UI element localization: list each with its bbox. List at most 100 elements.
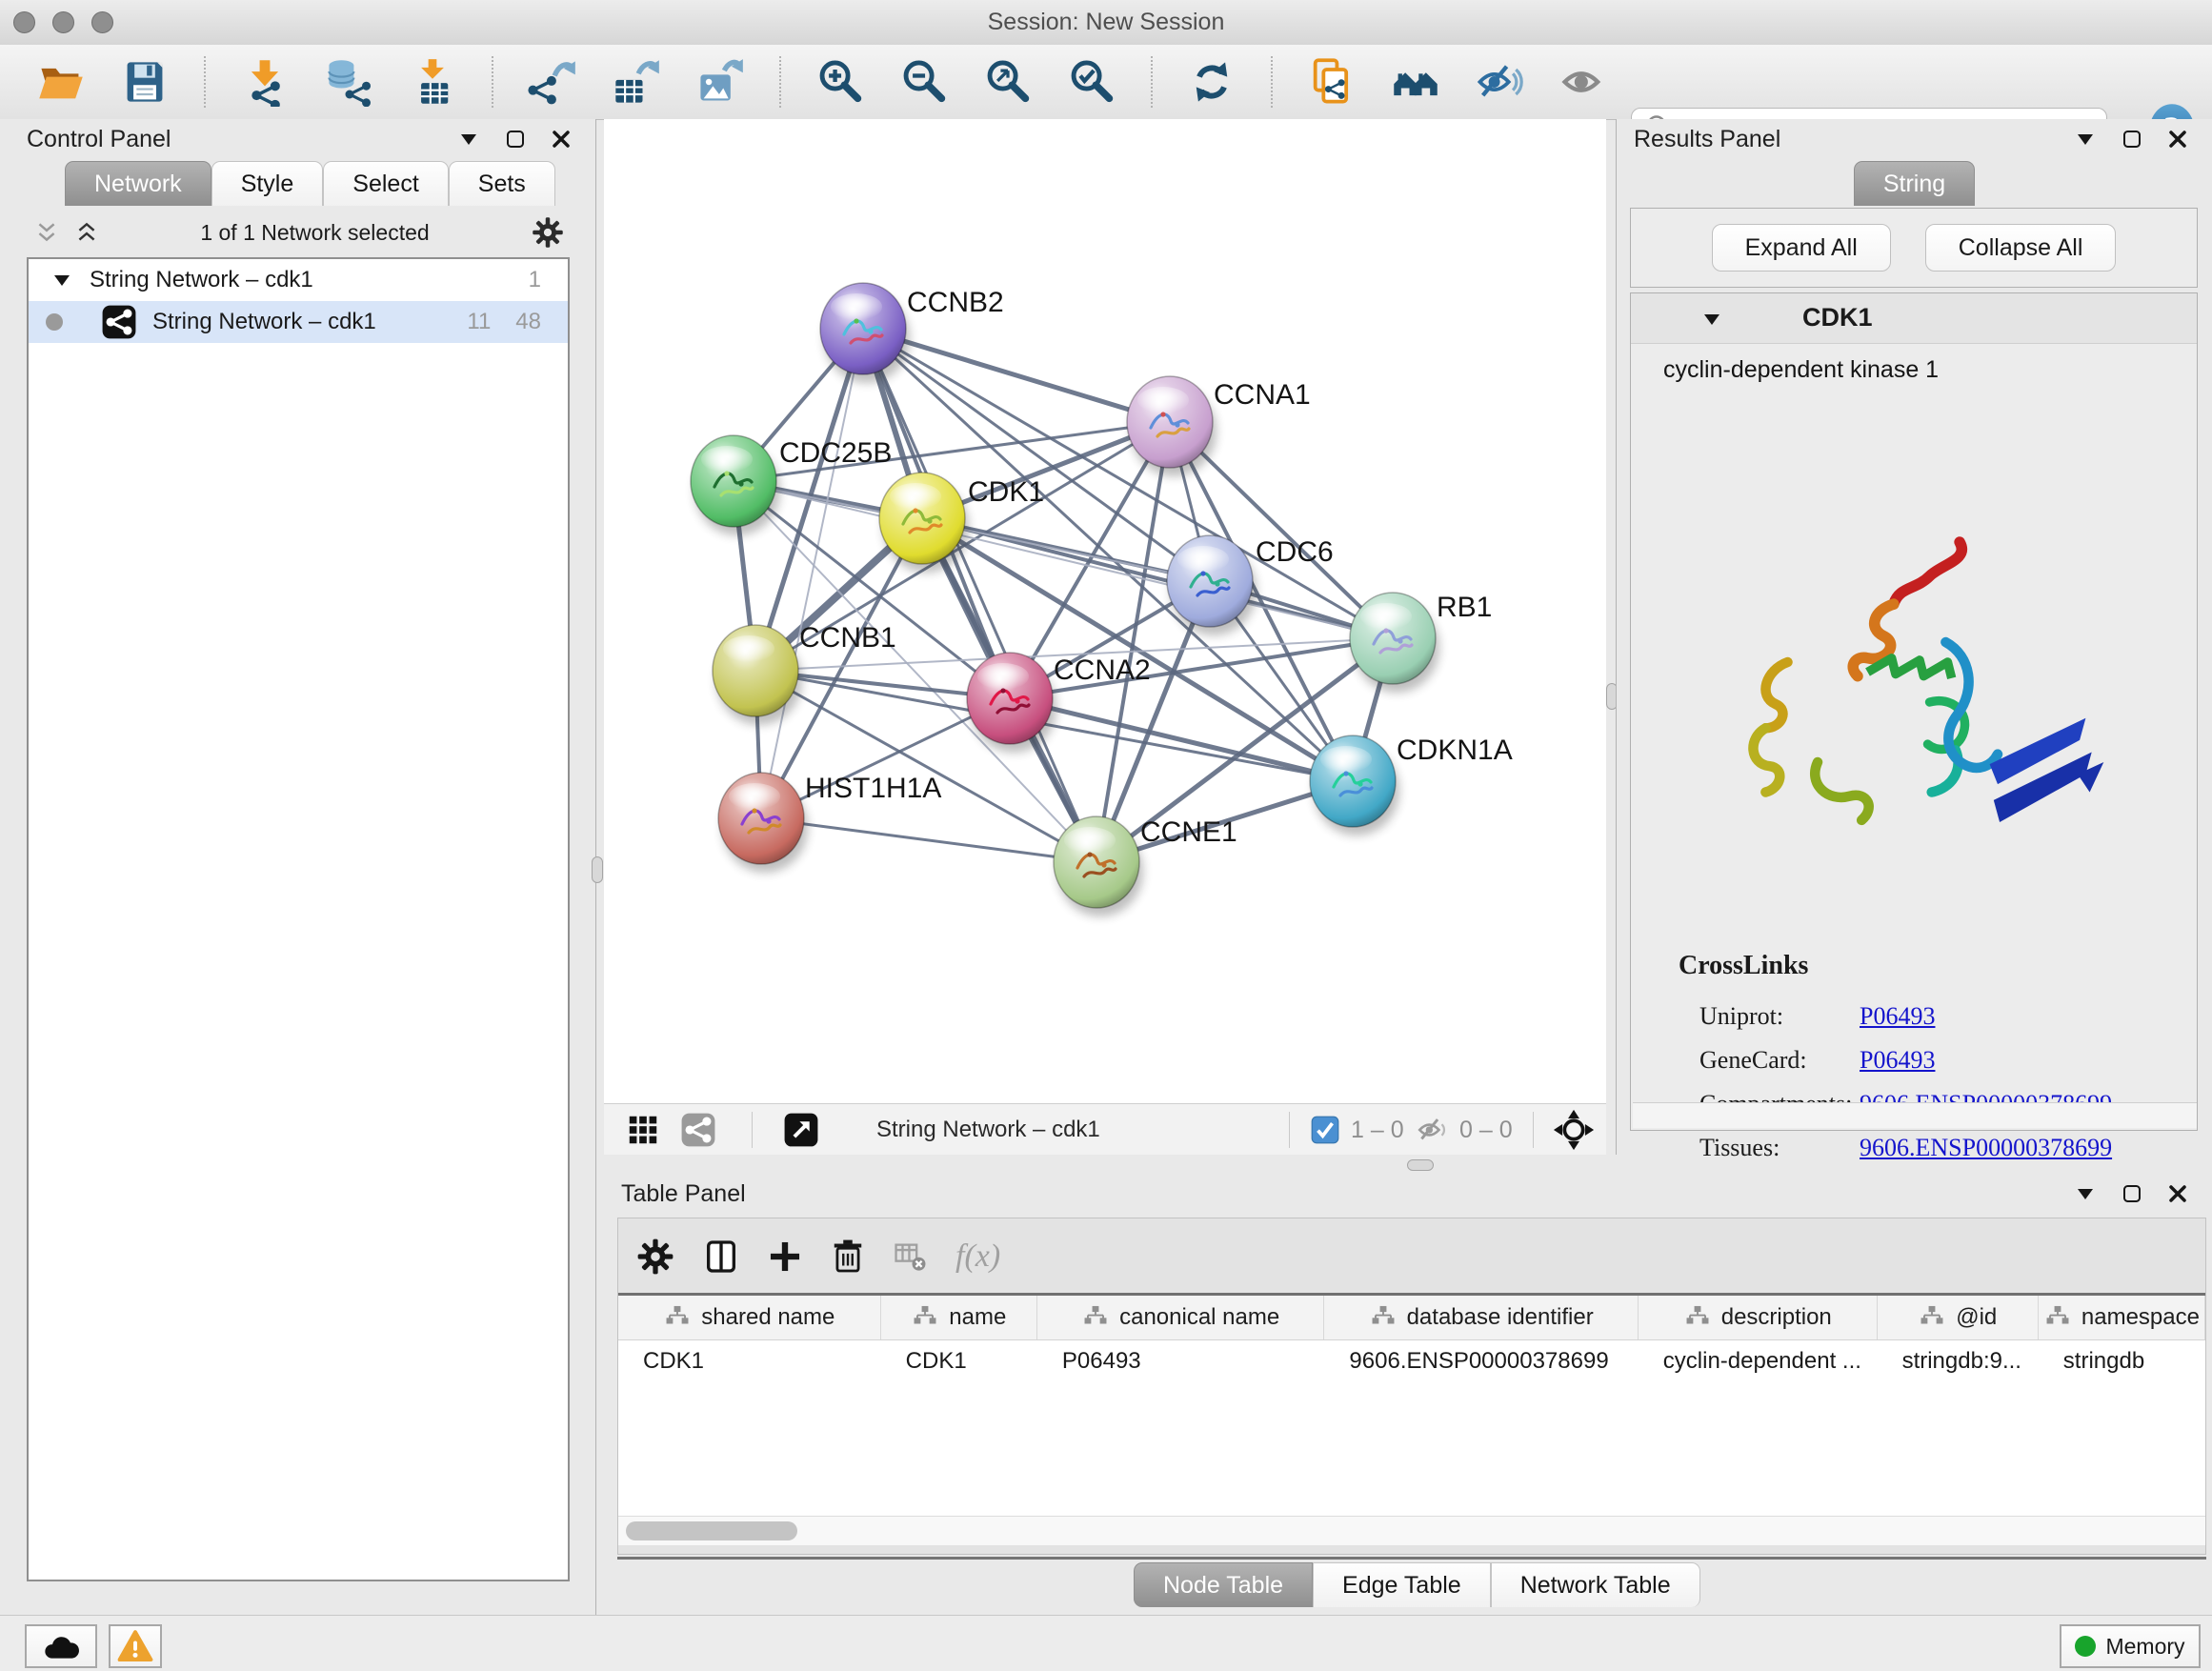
- hide-selection-button[interactable]: [1473, 55, 1526, 109]
- column-header--id[interactable]: @id: [1878, 1296, 2039, 1339]
- network-node-ccnb2[interactable]: [820, 283, 910, 383]
- network-node-rb1[interactable]: [1350, 593, 1439, 693]
- thumbnail-grid-icon[interactable]: [627, 1114, 659, 1146]
- control-panel-tabs: NetworkStyleSelectSets: [65, 161, 555, 206]
- close-panel-icon[interactable]: [2166, 1182, 2189, 1205]
- column-header-name[interactable]: name: [881, 1296, 1037, 1339]
- network-collection-row[interactable]: String Network – cdk1 1: [29, 259, 568, 301]
- crosshair-navigate-icon[interactable]: [1553, 1109, 1595, 1151]
- export-table-button[interactable]: [610, 55, 663, 109]
- table-tabs: Node TableEdge TableNetwork Table: [1134, 1562, 1700, 1607]
- export-image-button[interactable]: [694, 55, 747, 109]
- float-panel-icon[interactable]: [2121, 128, 2143, 151]
- zoom-selected-button[interactable]: [1065, 55, 1118, 109]
- add-column-icon[interactable]: [767, 1238, 803, 1275]
- hidden-eye-slash-icon[interactable]: [1416, 1115, 1450, 1145]
- cloud-button[interactable]: [25, 1624, 97, 1668]
- tab-select[interactable]: Select: [323, 161, 448, 206]
- network-from-selection-button[interactable]: [1305, 55, 1358, 109]
- network-edge[interactable]: [761, 818, 1096, 862]
- collapse-panel-icon[interactable]: [2073, 1183, 2098, 1204]
- crosslink-value-link[interactable]: 9606.ENSP00000378699: [1860, 1134, 2112, 1161]
- crosslink-row: Tissues:9606.ENSP00000378699: [1679, 1126, 2174, 1170]
- table-scrollbar-trough[interactable]: [618, 1516, 2205, 1545]
- close-panel-icon[interactable]: [2166, 128, 2189, 151]
- horizontal-splitter-handle[interactable]: [1407, 1159, 1434, 1171]
- birds-eye-view-icon[interactable]: [783, 1112, 819, 1148]
- left-splitter-handle[interactable]: [592, 856, 603, 883]
- save-session-button[interactable]: [118, 55, 171, 109]
- table-cell: stringdb:9...: [1878, 1340, 2039, 1382]
- show-all-button[interactable]: [1557, 55, 1610, 109]
- string-share-icon[interactable]: [680, 1112, 716, 1148]
- collapse-panel-icon[interactable]: [2073, 129, 2098, 150]
- memory-status-dot-icon: [2075, 1636, 2096, 1657]
- tab-style[interactable]: Style: [211, 161, 324, 206]
- export-network-button[interactable]: [526, 55, 579, 109]
- table-scrollbar-thumb[interactable]: [626, 1521, 797, 1540]
- tab-string[interactable]: String: [1854, 161, 1975, 206]
- results-scrollbar-trough[interactable]: [1633, 1102, 2197, 1128]
- section-disclosure-triangle-icon[interactable]: [1699, 309, 1724, 330]
- expand-all-button[interactable]: Expand All: [1712, 224, 1891, 272]
- network-node-ccna2[interactable]: [967, 653, 1056, 753]
- column-header-description[interactable]: description: [1639, 1296, 1878, 1339]
- float-panel-icon[interactable]: [504, 128, 527, 151]
- network-options-gear-icon[interactable]: [531, 215, 565, 250]
- tab-edge-table[interactable]: Edge Table: [1313, 1562, 1491, 1607]
- table-settings-gear-icon[interactable]: [635, 1237, 675, 1277]
- column-header-database-identifier[interactable]: database identifier: [1324, 1296, 1638, 1339]
- collapse-all-button[interactable]: Collapse All: [1925, 224, 2117, 272]
- expand-all-networks-icon[interactable]: [34, 220, 59, 245]
- node-label-cdc6: CDC6: [1256, 536, 1334, 568]
- zoom-fit-button[interactable]: [981, 55, 1035, 109]
- float-panel-icon[interactable]: [2121, 1182, 2143, 1205]
- warnings-button[interactable]: [109, 1624, 162, 1668]
- zoom-in-button[interactable]: [814, 55, 867, 109]
- home-button[interactable]: [1389, 55, 1442, 109]
- control-panel: Control Panel NetworkStyleSelectSets 1 o…: [0, 119, 596, 1615]
- apply-layout-button[interactable]: [1185, 55, 1238, 109]
- network-edge[interactable]: [761, 329, 863, 818]
- export-network-icon: [528, 57, 577, 107]
- network-node-ccna1[interactable]: [1127, 376, 1217, 476]
- column-header-shared-name[interactable]: shared name: [618, 1296, 881, 1339]
- open-session-button[interactable]: [34, 55, 88, 109]
- network-node-cdc25b[interactable]: [691, 435, 780, 535]
- collapse-panel-icon[interactable]: [456, 129, 481, 150]
- network-node-cdk1[interactable]: [879, 473, 969, 573]
- zoom-fit-icon: [983, 57, 1033, 107]
- table-row[interactable]: CDK1CDK1P064939606.ENSP00000378699cyclin…: [618, 1340, 2205, 1382]
- zoom-out-icon: [899, 57, 949, 107]
- disclosure-triangle-icon[interactable]: [50, 270, 74, 291]
- collapse-all-networks-icon[interactable]: [74, 220, 99, 245]
- import-network-icon: [240, 57, 290, 107]
- show-columns-icon[interactable]: [702, 1238, 740, 1276]
- network-row-selected[interactable]: String Network – cdk1 11 48: [29, 301, 568, 343]
- tab-node-table[interactable]: Node Table: [1134, 1562, 1313, 1607]
- table-cell: CDK1: [881, 1340, 1037, 1382]
- column-header-canonical-name[interactable]: canonical name: [1037, 1296, 1325, 1339]
- memory-button[interactable]: Memory: [2060, 1624, 2201, 1668]
- node-section-title: CDK1: [1802, 303, 1873, 332]
- zoom-out-button[interactable]: [897, 55, 951, 109]
- tab-network[interactable]: Network: [65, 161, 211, 206]
- tab-sets[interactable]: Sets: [449, 161, 555, 206]
- table-toolbar: f(x): [635, 1224, 1000, 1289]
- network-node-hist1h1a[interactable]: [718, 773, 808, 873]
- crosslink-value-link[interactable]: P06493: [1860, 1046, 1935, 1074]
- import-table-button[interactable]: [406, 55, 459, 109]
- import-database-button[interactable]: [322, 55, 375, 109]
- network-node-cdkn1a[interactable]: [1310, 735, 1399, 836]
- selected-checkbox-icon[interactable]: [1311, 1116, 1339, 1144]
- tab-network-table[interactable]: Network Table: [1491, 1562, 1700, 1607]
- close-panel-icon[interactable]: [550, 128, 573, 151]
- clone-network-icon: [1307, 57, 1357, 107]
- crosslink-value-link[interactable]: P06493: [1860, 1002, 1935, 1030]
- network-canvas[interactable]: CCNB2CCNA1CDC25BCDK1CDC6RB1CCNB1CCNA2CDK…: [604, 119, 1606, 1103]
- import-network-button[interactable]: [238, 55, 292, 109]
- column-header-namespace[interactable]: namespace: [2039, 1296, 2205, 1339]
- node-section-header[interactable]: CDK1: [1631, 293, 2197, 344]
- network-node-ccne1[interactable]: [1054, 816, 1143, 916]
- delete-column-icon[interactable]: [830, 1238, 866, 1276]
